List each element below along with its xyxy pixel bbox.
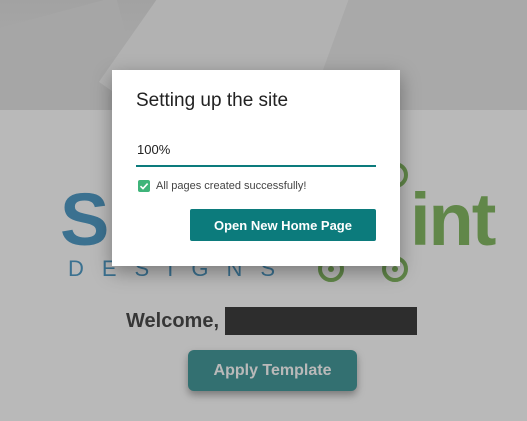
status-message: All pages created successfully! xyxy=(138,178,306,194)
dialog-title: Setting up the site xyxy=(136,90,289,111)
open-new-home-page-button[interactable]: Open New Home Page xyxy=(190,209,376,241)
status-text: All pages created successfully! xyxy=(156,180,307,192)
setup-dialog: Setting up the site All pages created su… xyxy=(112,70,400,266)
progress-field[interactable] xyxy=(136,133,376,167)
checkbox-checked-icon xyxy=(138,180,150,192)
